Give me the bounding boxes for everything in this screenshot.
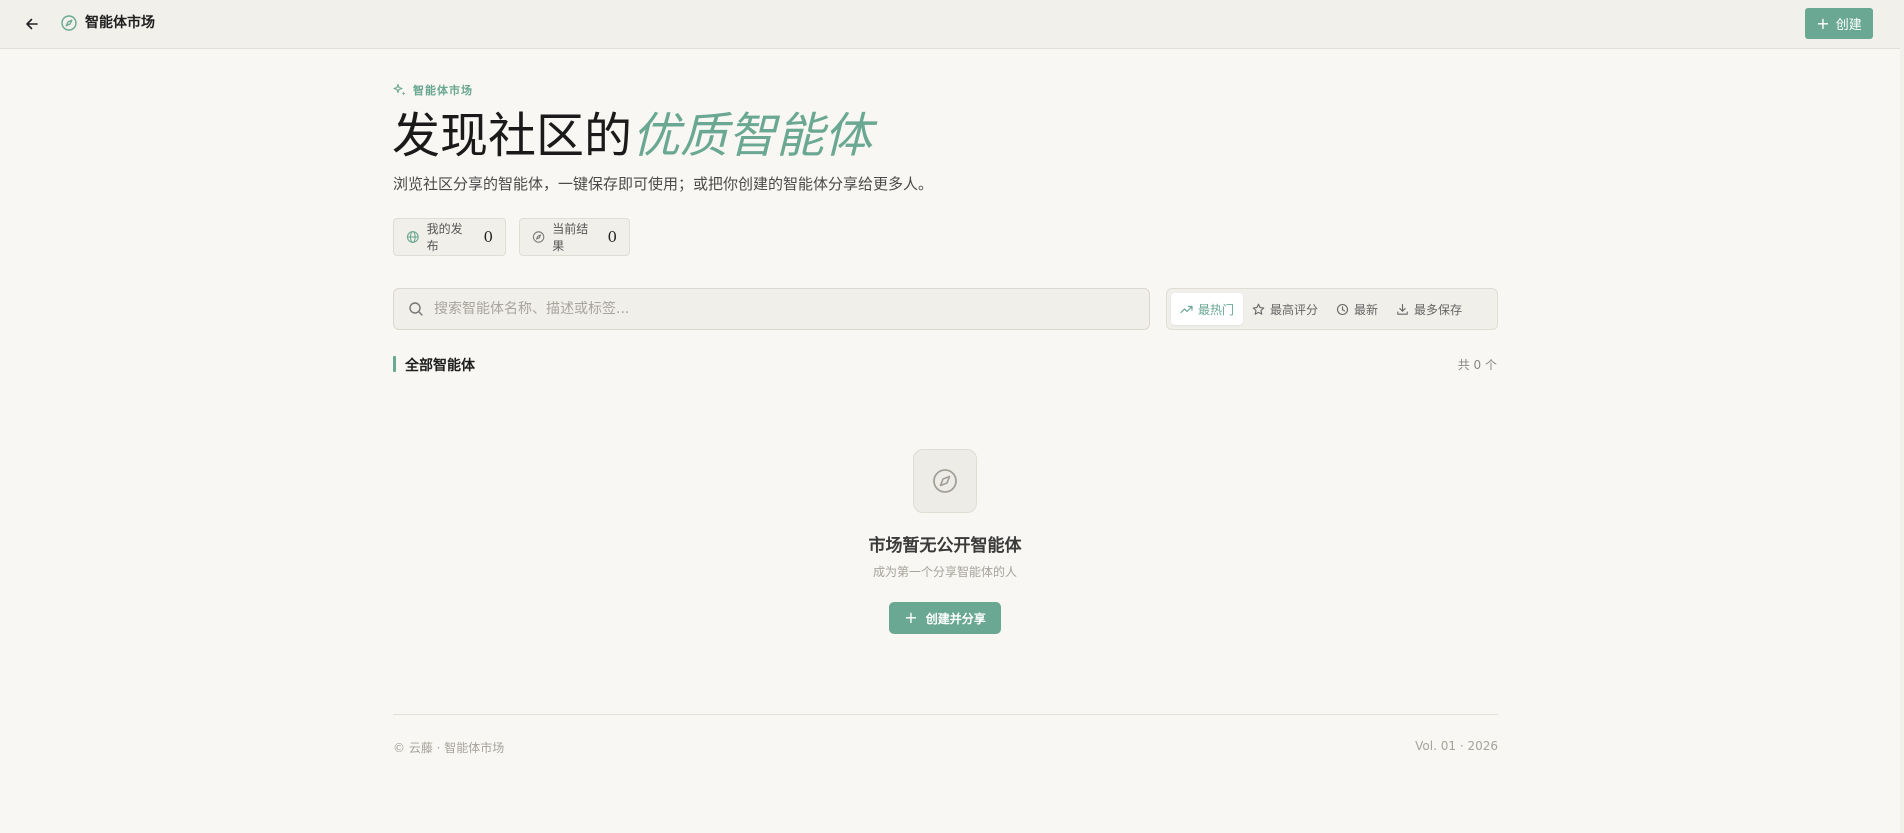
eyebrow: 智能体市场 [393,82,473,98]
sort-tabs: 最热门 最高评分 最新 最多保存 [1166,288,1498,330]
page-title: 智能体市场 [85,15,155,31]
sort-tab-top-rated[interactable]: 最高评分 [1243,293,1327,325]
hero-title-accent: 优质智能体 [632,108,873,164]
plus-icon: + [1816,13,1830,33]
stat-my-publish: 我的发布 0 [393,218,506,256]
footer-divider [393,714,1498,715]
stat-value: 0 [483,228,493,246]
section-title: 全部智能体 [405,358,475,374]
sort-tab-label: 最多保存 [1414,302,1463,317]
hero-title: 发现社区的优质智能体 [392,106,872,166]
trending-up-icon [1180,305,1193,313]
download-icon [1397,303,1408,315]
sort-tab-label: 最新 [1354,302,1379,317]
stat-current-results: 当前结果 0 [519,218,630,256]
empty-state-title: 市场暂无公开智能体 [868,536,1022,556]
compass-icon [61,15,77,31]
footer-copyright: © 云藤 · 智能体市场 [393,741,505,755]
create-and-share-label: 创建并分享 [925,611,986,626]
footer-volume: Vol. 01 · 2026 [1415,739,1498,753]
sort-tab-label: 最热门 [1198,302,1235,317]
sort-tab-most-saved[interactable]: 最多保存 [1387,293,1471,325]
create-button[interactable]: + 创建 [1805,8,1873,39]
back-button[interactable] [20,12,44,36]
stat-label: 我的发布 [426,222,463,253]
sort-tab-label: 最高评分 [1270,302,1319,317]
star-icon [1252,303,1265,315]
empty-state-subtitle: 成为第一个分享智能体的人 [872,565,1017,579]
empty-state-icon [913,449,977,513]
search-input[interactable] [434,301,1114,317]
result-count: 共 0 个 [1457,358,1497,372]
hero-subtitle: 浏览社区分享的智能体，一键保存即可使用；或把你创建的智能体分享给更多人。 [393,175,934,193]
arrow-left-icon [26,18,38,30]
sort-tab-hottest[interactable]: 最热门 [1171,293,1244,325]
create-and-share-button[interactable]: + 创建并分享 [889,602,1001,634]
compass-icon [933,469,957,493]
search-box [393,288,1150,330]
plus-icon: + [904,608,918,627]
create-button-label: 创建 [1835,18,1862,33]
sparkles-icon [393,83,406,96]
clock-icon [1336,303,1349,315]
section-accent-bar [393,356,396,372]
scrollbar[interactable] [1900,0,1904,833]
sort-tab-newest[interactable]: 最新 [1327,293,1387,325]
search-icon [409,302,423,316]
eyebrow-label: 智能体市场 [413,84,473,97]
top-bar: 智能体市场 + 创建 [0,0,1904,49]
globe-icon [406,231,419,243]
stat-label: 当前结果 [552,222,589,253]
compass-icon [532,231,545,243]
stat-value: 0 [607,228,617,246]
hero-title-main: 发现社区的 [392,108,633,164]
